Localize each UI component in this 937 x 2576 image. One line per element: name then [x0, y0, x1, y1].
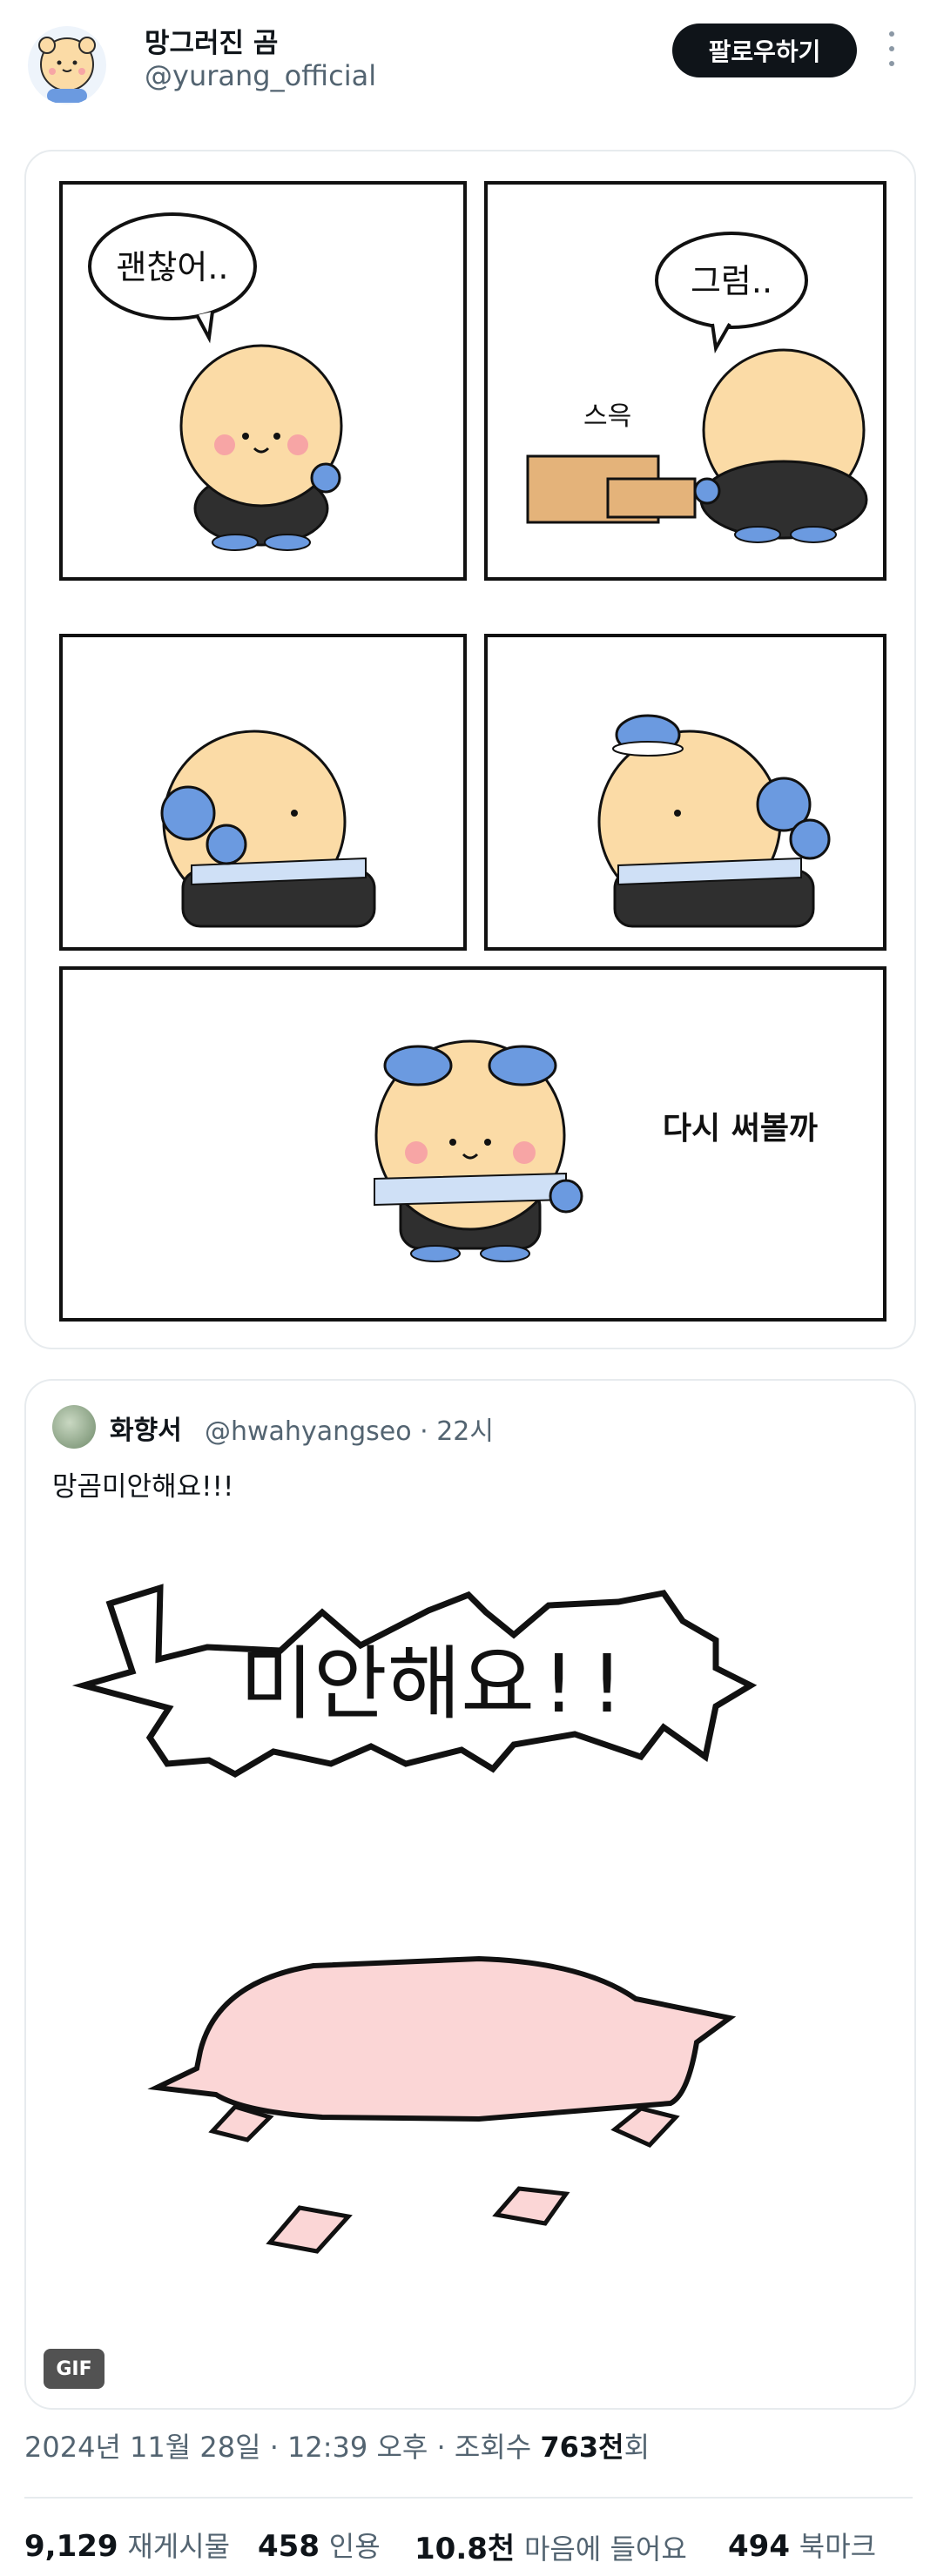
likes-count: 10.8천: [415, 2532, 516, 2566]
reposts-label: 재게시물: [127, 2530, 231, 2563]
speech-bubble: 미안해요!!: [71, 1584, 758, 1779]
likes-label: 마음에 들어요: [523, 2532, 687, 2566]
more-options-icon[interactable]: [883, 31, 900, 66]
speech-text-2: 그럼..: [691, 262, 772, 300]
author-name[interactable]: 망그러진 곰: [145, 21, 278, 60]
follow-button[interactable]: 팔로우하기: [672, 24, 857, 77]
quoted-post[interactable]: 화향서 @hwahyangseo · 22시 망곰미안해요!!! 미안해요!! …: [24, 1379, 916, 2410]
post-timestamp[interactable]: 2024년 11월 28일 · 12:39 오후 · 조회수 763천회: [24, 2425, 650, 2465]
timestamp-date: 2024년 11월 28일 · 12:39 오후 · 조회수: [24, 2431, 541, 2464]
comic-panel-1: 괜찮어..: [59, 181, 467, 581]
post-image[interactable]: 괜찮어.. 그럼.. 스윽 다시 써볼까: [24, 150, 916, 1349]
quotes-label: 인용: [328, 2530, 381, 2563]
view-count: 763천: [540, 2431, 624, 2464]
reposts-count: 9,129: [24, 2529, 118, 2564]
avatar[interactable]: [28, 26, 106, 104]
bear-avatar-icon: [38, 37, 96, 103]
bookmarks-label: 북마크: [799, 2530, 877, 2563]
quotes-stat[interactable]: 458 인용: [258, 2525, 381, 2565]
caption-text: 다시 써볼까: [663, 1111, 818, 1147]
view-unit: 회: [624, 2431, 651, 2464]
gif-badge: GIF: [44, 2349, 104, 2389]
comic-panel-5: 다시 써볼까: [59, 966, 886, 1322]
reposts-stat[interactable]: 9,129 재게시물: [24, 2525, 230, 2565]
author-handle[interactable]: @yurang_official: [145, 59, 376, 92]
gif-illustration: 미안해요!!: [71, 1584, 758, 2254]
comic-panel-2: 그럼.. 스윽: [484, 181, 886, 581]
sound-effect-text: 스윽: [583, 401, 631, 432]
comic-panel-3: [59, 634, 467, 951]
speech-text-1: 괜찮어..: [116, 248, 228, 286]
bookmarks-stat[interactable]: 494 북마크: [728, 2525, 876, 2565]
divider: [24, 2497, 913, 2499]
gif-speech-text: 미안해요!!: [239, 1638, 630, 1731]
bookmarks-count: 494: [728, 2529, 790, 2564]
likes-stat[interactable]: 10.8천 마음에 들어요: [415, 2525, 687, 2567]
comic-panel-4: [484, 634, 886, 951]
quotes-count: 458: [258, 2529, 320, 2564]
pig-figure: [147, 1955, 737, 2254]
comic-illustration: 괜찮어.. 그럼.. 스윽 다시 써볼까: [59, 181, 886, 1322]
